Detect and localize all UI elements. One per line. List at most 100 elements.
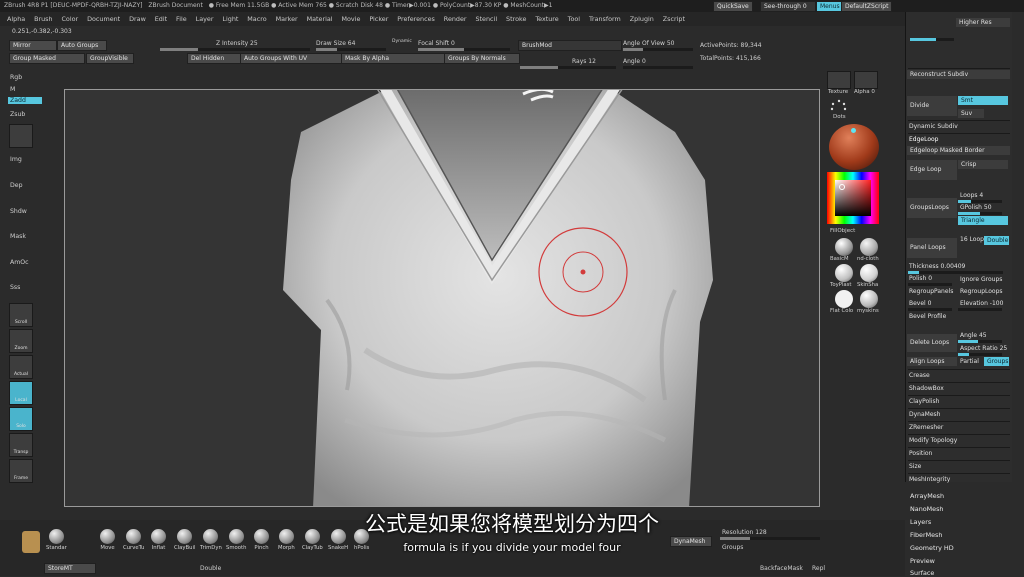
zremesher-header[interactable]: ZRemesher bbox=[909, 424, 943, 431]
draw-size-slider[interactable] bbox=[316, 48, 386, 51]
menu-item[interactable]: Zplugin bbox=[630, 12, 654, 26]
local-icon[interactable]: Local bbox=[9, 381, 33, 405]
del-hidden-button[interactable]: Del Hidden bbox=[187, 53, 241, 64]
meshintegrity-header[interactable]: MeshIntegrity bbox=[909, 476, 950, 483]
crisp-toggle[interactable]: Crisp bbox=[958, 160, 1008, 169]
double-toggle[interactable]: Double bbox=[984, 236, 1009, 245]
menu-item[interactable]: Texture bbox=[535, 12, 558, 26]
zadd-toggle[interactable]: Zadd bbox=[8, 97, 42, 104]
crease-header[interactable]: Crease bbox=[909, 372, 930, 379]
menu-item[interactable]: Tool bbox=[568, 12, 580, 26]
edgeloop-header[interactable]: EdgeLoop bbox=[909, 136, 939, 143]
menu-item[interactable]: Zscript bbox=[663, 12, 685, 26]
material-myskins-icon[interactable] bbox=[860, 290, 878, 308]
alpha-slot[interactable] bbox=[854, 71, 878, 89]
see-through-slider[interactable]: See-through 0 bbox=[760, 1, 816, 12]
dynamesh-header[interactable]: DynaMesh bbox=[909, 411, 940, 418]
group-visible-button[interactable]: GroupVisible bbox=[86, 53, 134, 64]
repl-toggle[interactable]: Repl bbox=[812, 565, 825, 572]
rgb-toggle[interactable]: Rgb bbox=[10, 74, 22, 81]
regroup-panels-toggle[interactable]: RegroupPanels bbox=[909, 288, 953, 295]
shdw-toggle[interactable]: Shdw bbox=[10, 208, 27, 215]
z-intensity-slider[interactable] bbox=[160, 48, 310, 51]
edgeloop-masked-border-button[interactable]: Edgeloop Masked Border bbox=[907, 146, 1010, 155]
shirt-model[interactable] bbox=[65, 90, 820, 507]
groups-toggle[interactable]: Groups bbox=[984, 357, 1009, 366]
scroll-icon[interactable]: Scroll bbox=[9, 303, 33, 327]
loops-slider[interactable] bbox=[958, 200, 1002, 203]
fill-object-button[interactable]: FillObject bbox=[830, 228, 855, 234]
zsub-toggle[interactable]: Zsub bbox=[10, 111, 25, 118]
bevel-slider[interactable] bbox=[908, 308, 952, 311]
focal-shift-slider[interactable] bbox=[418, 48, 510, 51]
auto-groups-button[interactable]: Auto Groups bbox=[57, 40, 107, 51]
size-header[interactable]: Size bbox=[909, 463, 921, 470]
higher-res-button[interactable]: Higher Res bbox=[956, 18, 1010, 27]
amoc-toggle[interactable]: AmOc bbox=[10, 259, 29, 266]
modify-topology-header[interactable]: Modify Topology bbox=[909, 437, 957, 444]
menu-item[interactable]: Edit bbox=[155, 12, 167, 26]
img-toggle[interactable]: Img bbox=[10, 156, 22, 163]
backface-mask-toggle[interactable]: BackfaceMask bbox=[760, 565, 803, 572]
actual-icon[interactable]: Actual bbox=[9, 355, 33, 379]
partial-toggle[interactable]: Partial bbox=[960, 358, 979, 365]
menu-item[interactable]: Material bbox=[307, 12, 333, 26]
quicksave-button[interactable]: QuickSave bbox=[713, 1, 753, 12]
double-toggle[interactable]: Double bbox=[200, 565, 221, 572]
stroke-dots-icon[interactable] bbox=[829, 98, 849, 114]
divide-button[interactable]: Divide bbox=[907, 96, 957, 116]
auto-groups-uv-button[interactable]: Auto Groups With UV bbox=[240, 53, 342, 64]
dep-toggle[interactable]: Dep bbox=[10, 182, 23, 189]
material-flatcolor-icon[interactable] bbox=[835, 290, 853, 308]
menu-item[interactable]: Color bbox=[61, 12, 78, 26]
triangle-toggle[interactable]: Triangle bbox=[958, 216, 1008, 225]
elevation-slider[interactable] bbox=[958, 308, 1002, 311]
groups-by-normals-button[interactable]: Groups By Normals bbox=[444, 53, 520, 64]
menu-item[interactable]: Marker bbox=[276, 12, 298, 26]
rays-slider[interactable] bbox=[520, 66, 616, 69]
thickness-slider[interactable] bbox=[908, 271, 1003, 274]
mask-toggle[interactable]: Mask bbox=[10, 233, 26, 240]
menu-item[interactable]: Picker bbox=[369, 12, 388, 26]
panel-loops-button[interactable]: Panel Loops bbox=[907, 238, 957, 258]
zoom-icon[interactable]: Zoom bbox=[9, 329, 33, 353]
angle-slider[interactable] bbox=[958, 340, 1002, 343]
menu-item[interactable]: Preferences bbox=[397, 12, 435, 26]
material-swatch-icon[interactable] bbox=[9, 124, 33, 148]
sdiv-slider[interactable] bbox=[910, 38, 954, 41]
angle-slider[interactable] bbox=[623, 66, 693, 69]
gpolish-slider[interactable] bbox=[958, 212, 1002, 215]
menu-item[interactable]: File bbox=[176, 12, 187, 26]
ignore-groups-toggle[interactable]: Ignore Groups bbox=[960, 276, 1002, 283]
material-basic-icon[interactable] bbox=[835, 238, 853, 256]
dynamic-toggle[interactable]: Dynamic bbox=[392, 39, 412, 44]
material-skinshade-icon[interactable] bbox=[860, 264, 878, 282]
menus-button[interactable]: Menus bbox=[816, 1, 844, 12]
bevel-profile-header[interactable]: Bevel Profile bbox=[909, 313, 946, 320]
shadowbox-header[interactable]: ShadowBox bbox=[909, 385, 944, 392]
delete-loops-button[interactable]: Delete Loops bbox=[907, 334, 957, 352]
align-loops-button[interactable]: Align Loops bbox=[907, 357, 957, 366]
light-position-icon[interactable] bbox=[851, 128, 856, 133]
claypolish-header[interactable]: ClayPolish bbox=[909, 398, 939, 405]
menu-item[interactable]: Movie bbox=[341, 12, 360, 26]
group-masked-button[interactable]: Group Masked bbox=[9, 53, 85, 64]
default-zscript-button[interactable]: DefaultZScript bbox=[841, 1, 893, 12]
material-cloth-icon[interactable] bbox=[860, 238, 878, 256]
aspect-ratio-slider[interactable] bbox=[958, 353, 1002, 356]
menu-item[interactable]: Macro bbox=[247, 12, 266, 26]
menu-item[interactable]: Transform bbox=[589, 12, 621, 26]
menu-item[interactable]: Light bbox=[222, 12, 238, 26]
storemt-button[interactable]: StoreMT bbox=[44, 563, 96, 574]
suv-toggle[interactable]: Suv bbox=[958, 109, 984, 118]
menu-item[interactable]: Stroke bbox=[506, 12, 526, 26]
color-picker-hue[interactable] bbox=[827, 172, 879, 224]
reconstruct-subdiv-button[interactable]: Reconstruct Subdiv bbox=[907, 70, 1010, 79]
mask-by-alpha-button[interactable]: Mask By Alpha bbox=[341, 53, 445, 64]
polish-slider[interactable] bbox=[908, 283, 952, 286]
material-toyplastic-icon[interactable] bbox=[835, 264, 853, 282]
canvas-viewport[interactable] bbox=[64, 89, 820, 507]
edge-loop-button[interactable]: Edge Loop bbox=[907, 160, 957, 180]
mirror-button[interactable]: Mirror bbox=[9, 40, 57, 51]
preview-header[interactable]: Preview bbox=[910, 557, 935, 565]
